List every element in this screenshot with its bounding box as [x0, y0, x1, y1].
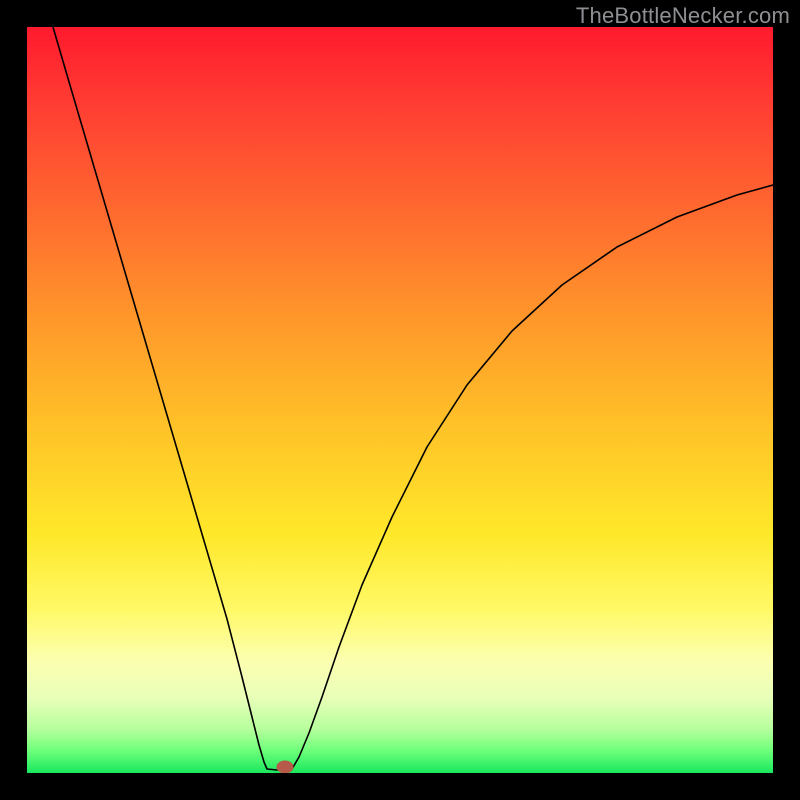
minimum-marker: [277, 761, 293, 773]
curve-svg: [27, 27, 773, 773]
chart-frame: TheBottleNecker.com: [0, 0, 800, 800]
watermark-text: TheBottleNecker.com: [576, 3, 790, 29]
bottleneck-curve: [53, 27, 773, 770]
plot-area: [27, 27, 773, 773]
